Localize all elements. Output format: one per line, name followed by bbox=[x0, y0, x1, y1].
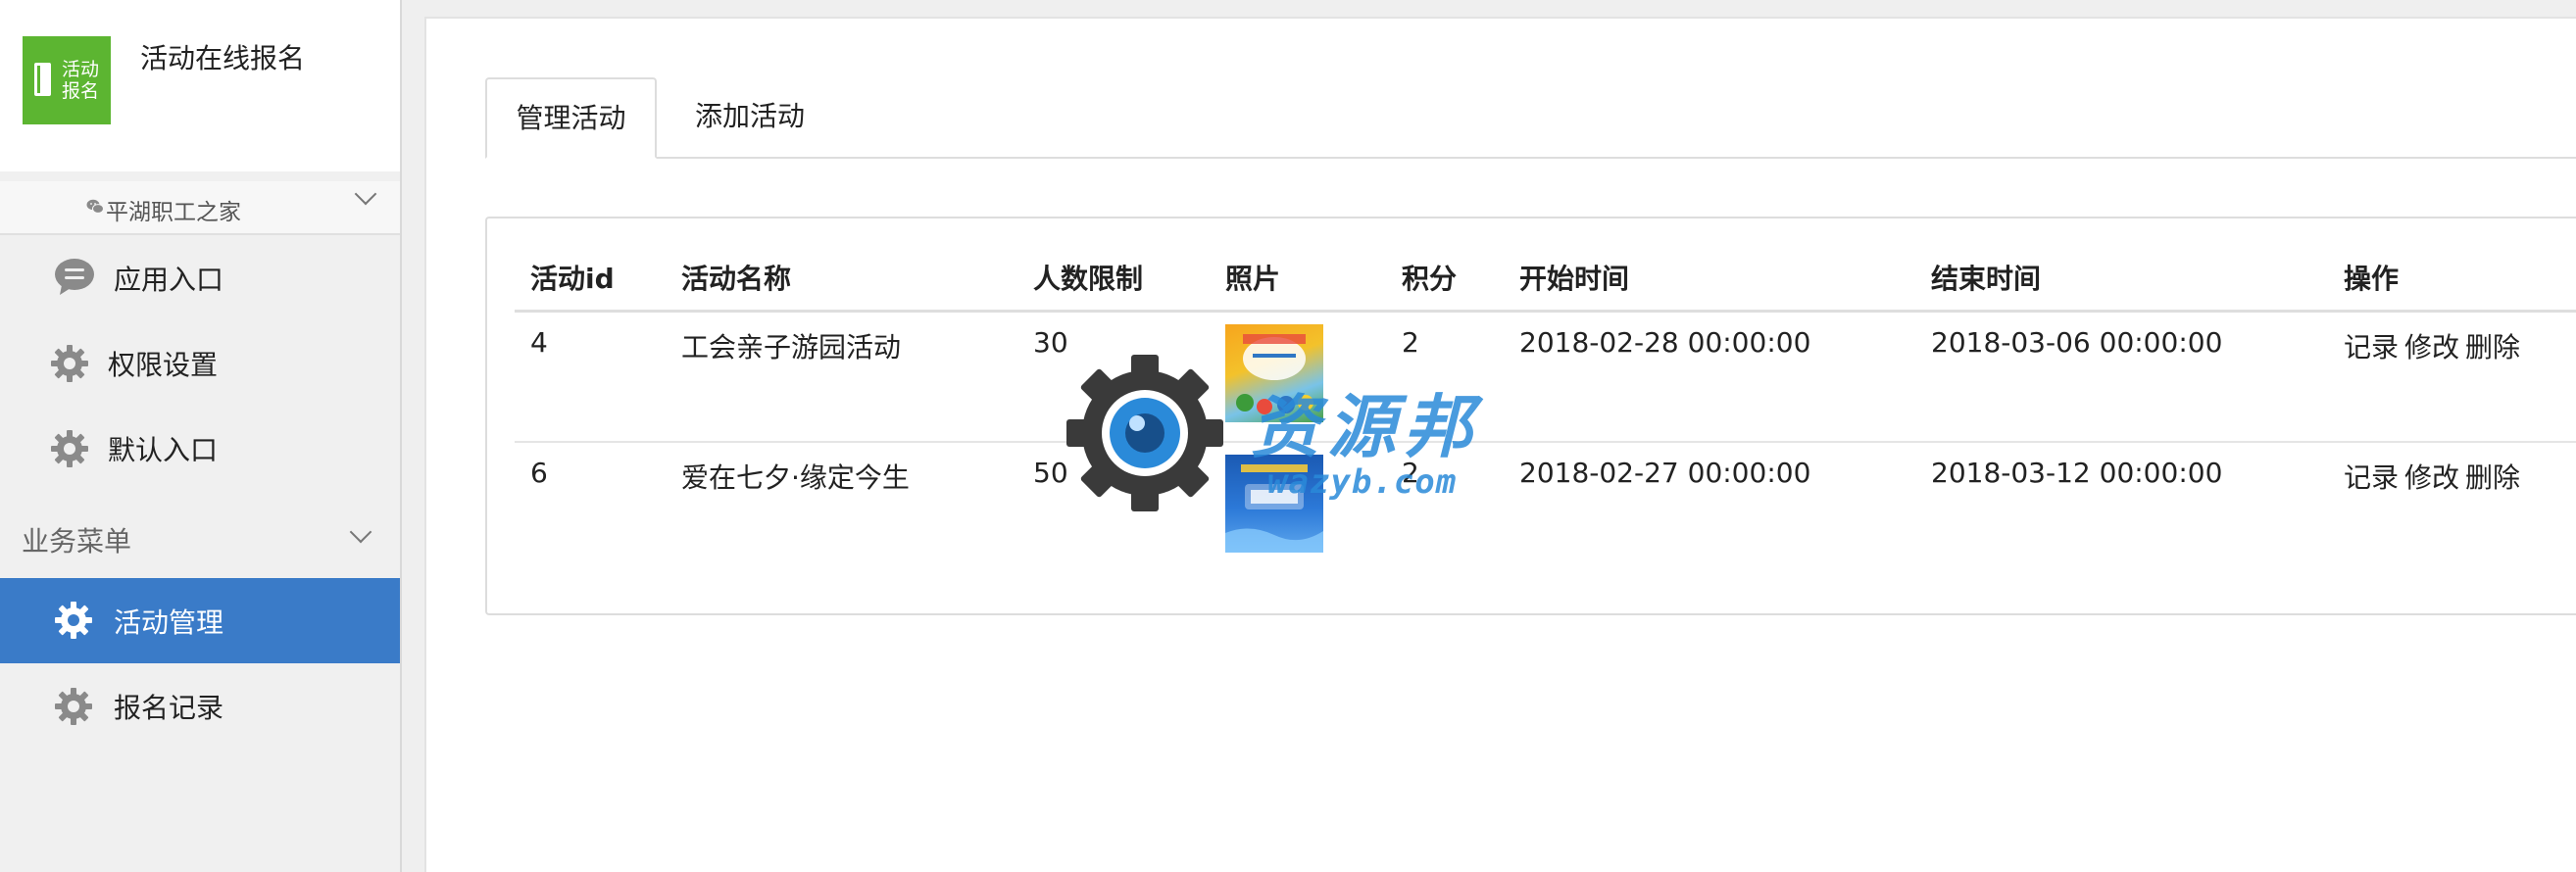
delete-link[interactable]: 删除 bbox=[2465, 331, 2520, 363]
cell-start-time: 2018-02-27 00:00:00 bbox=[1519, 457, 1811, 489]
gear-icon bbox=[55, 688, 92, 725]
table-row: 6 爱在七夕·缘定今生 50 2 2018-02-27 00:00:00 201… bbox=[515, 442, 2576, 573]
edit-link[interactable]: 修改 bbox=[2404, 331, 2459, 363]
column-header: 人数限制 bbox=[1017, 246, 1210, 313]
section-label: 业务菜单 bbox=[22, 525, 132, 557]
records-link[interactable]: 记录 bbox=[2344, 461, 2399, 494]
logo-text: 活动报名 bbox=[62, 59, 100, 102]
account-name: 平湖职工之家 bbox=[106, 200, 241, 225]
sidebar-item-label: 报名记录 bbox=[114, 692, 224, 724]
sidebar-item-label: 应用入口 bbox=[114, 264, 224, 296]
cell-photo bbox=[1210, 442, 1386, 573]
sidebar-item-activity-management[interactable]: 活动管理 bbox=[0, 578, 400, 663]
cell-actions: 记录 修改 删除 bbox=[2328, 311, 2576, 443]
sidebar-item-registration-records[interactable]: 报名记录 bbox=[0, 663, 400, 749]
cell-points: 2 bbox=[1386, 311, 1504, 443]
chevron-down-icon bbox=[349, 520, 372, 544]
column-header: 照片 bbox=[1210, 246, 1386, 313]
edit-link[interactable]: 修改 bbox=[2404, 461, 2459, 494]
sidebar-item-label: 活动管理 bbox=[114, 606, 224, 639]
column-header: 活动id bbox=[515, 246, 666, 313]
sidebar-item-permissions[interactable]: 权限设置 bbox=[0, 320, 400, 406]
column-header: 积分 bbox=[1386, 246, 1504, 313]
table-row: 4 工会亲子游园活动 30 2 2018-02-28 00:00:00 2018… bbox=[515, 311, 2576, 443]
delete-link[interactable]: 删除 bbox=[2465, 461, 2520, 494]
gear-icon bbox=[55, 602, 92, 639]
gear-icon bbox=[51, 430, 88, 467]
cell-participant-limit: 50 bbox=[1033, 457, 1068, 489]
cell-photo bbox=[1210, 311, 1386, 443]
cell-points: 2 bbox=[1402, 457, 1419, 489]
cell-activity-id: 6 bbox=[530, 457, 548, 489]
cell-activity-name: 工会亲子游园活动 bbox=[666, 311, 1017, 443]
app-title: 活动在线报名 bbox=[140, 42, 306, 74]
column-header: 开始时间 bbox=[1504, 246, 1915, 313]
activity-photo bbox=[1225, 323, 1323, 422]
column-header: 活动名称 bbox=[666, 246, 1017, 313]
sidebar-item-default-entry[interactable]: 默认入口 bbox=[0, 406, 400, 491]
tab-manage-activities[interactable]: 管理活动 bbox=[485, 77, 657, 159]
account-switcher[interactable]: 平湖职工之家 bbox=[0, 181, 400, 235]
cell-end-time: 2018-03-06 00:00:00 bbox=[1915, 311, 2328, 443]
cell-participant-limit: 30 bbox=[1017, 311, 1210, 443]
column-header: 操作 bbox=[2328, 246, 2576, 313]
cell-start-time: 2018-02-28 00:00:00 bbox=[1504, 311, 1915, 443]
cell-actions: 记录 修改 删除 bbox=[2328, 442, 2576, 573]
main-content: 管理活动 添加活动 活动id 活动名称 人数限制 照片 积分 开始时间 结束时间… bbox=[424, 17, 2576, 872]
cell-activity-name: 爱在七夕·缘定今生 bbox=[681, 461, 910, 494]
records-link[interactable]: 记录 bbox=[2344, 331, 2399, 363]
cell-end-time: 2018-03-12 00:00:00 bbox=[1931, 457, 2223, 489]
activity-table: 活动id 活动名称 人数限制 照片 积分 开始时间 结束时间 操作 4 工会亲子… bbox=[515, 246, 2576, 573]
sidebar-item-app-entry[interactable]: 应用入口 bbox=[0, 235, 400, 320]
sidebar-item-label: 默认入口 bbox=[108, 434, 219, 466]
sidebar: 活动报名 活动在线报名 平湖职工之家 应用入口 权限设置 默认入口 业务菜单 活… bbox=[0, 0, 402, 872]
activity-photo bbox=[1225, 455, 1323, 553]
section-header-business-menu[interactable]: 业务菜单 bbox=[0, 495, 400, 578]
cell-activity-id: 4 bbox=[515, 311, 666, 443]
brand-header: 活动报名 活动在线报名 bbox=[0, 0, 400, 171]
app-logo: 活动报名 bbox=[23, 36, 111, 124]
wechat-icon bbox=[86, 193, 104, 219]
tab-bar: 管理活动 添加活动 bbox=[485, 77, 2576, 159]
book-icon bbox=[34, 63, 51, 96]
gear-icon bbox=[51, 345, 88, 382]
activity-table-panel: 活动id 活动名称 人数限制 照片 积分 开始时间 结束时间 操作 4 工会亲子… bbox=[485, 217, 2576, 615]
chat-icon bbox=[55, 259, 94, 295]
table-header-row: 活动id 活动名称 人数限制 照片 积分 开始时间 结束时间 操作 bbox=[515, 246, 2576, 313]
tab-add-activity[interactable]: 添加活动 bbox=[676, 77, 823, 159]
sidebar-item-label: 权限设置 bbox=[108, 349, 219, 381]
column-header: 结束时间 bbox=[1915, 246, 2328, 313]
